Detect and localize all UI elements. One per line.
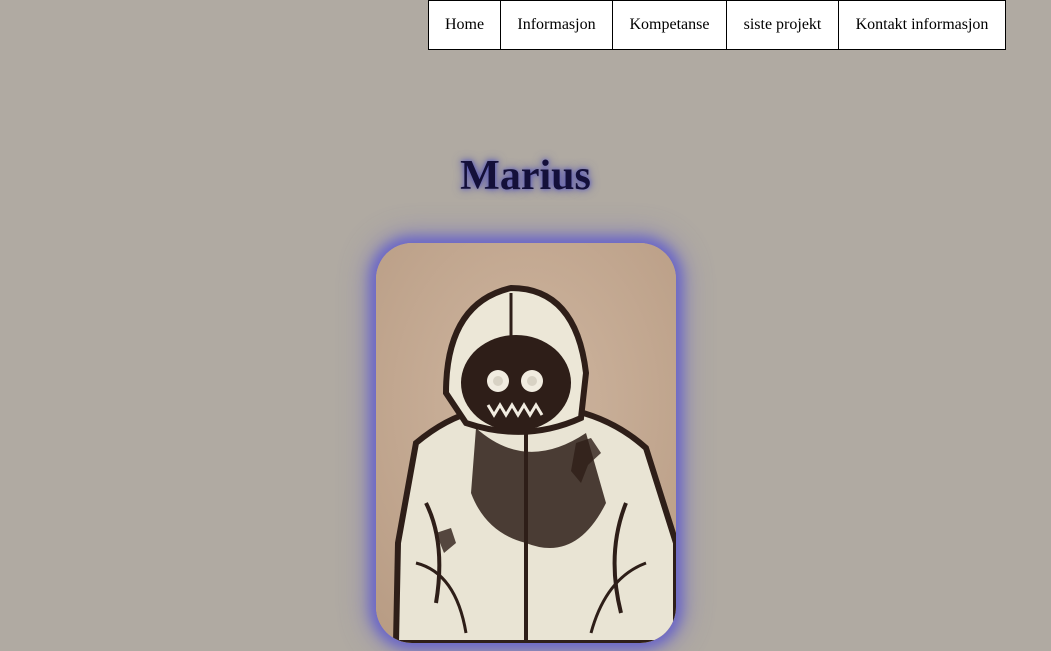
nav-home-link[interactable]: Home (428, 0, 501, 50)
profile-image (376, 243, 676, 643)
nav-siste-projekt-link[interactable]: siste projekt (726, 0, 839, 50)
page-title: Marius (460, 153, 591, 199)
nav-kompetanse-link[interactable]: Kompetanse (612, 0, 727, 50)
hooded-figure-graffiti-image (376, 243, 676, 643)
nav-informasjon-link[interactable]: Informasjon (500, 0, 613, 50)
nav-kontakt-informasjon-link[interactable]: Kontakt informasjon (838, 0, 1006, 50)
top-navigation: Home Informasjon Kompetanse siste projek… (428, 0, 1006, 50)
